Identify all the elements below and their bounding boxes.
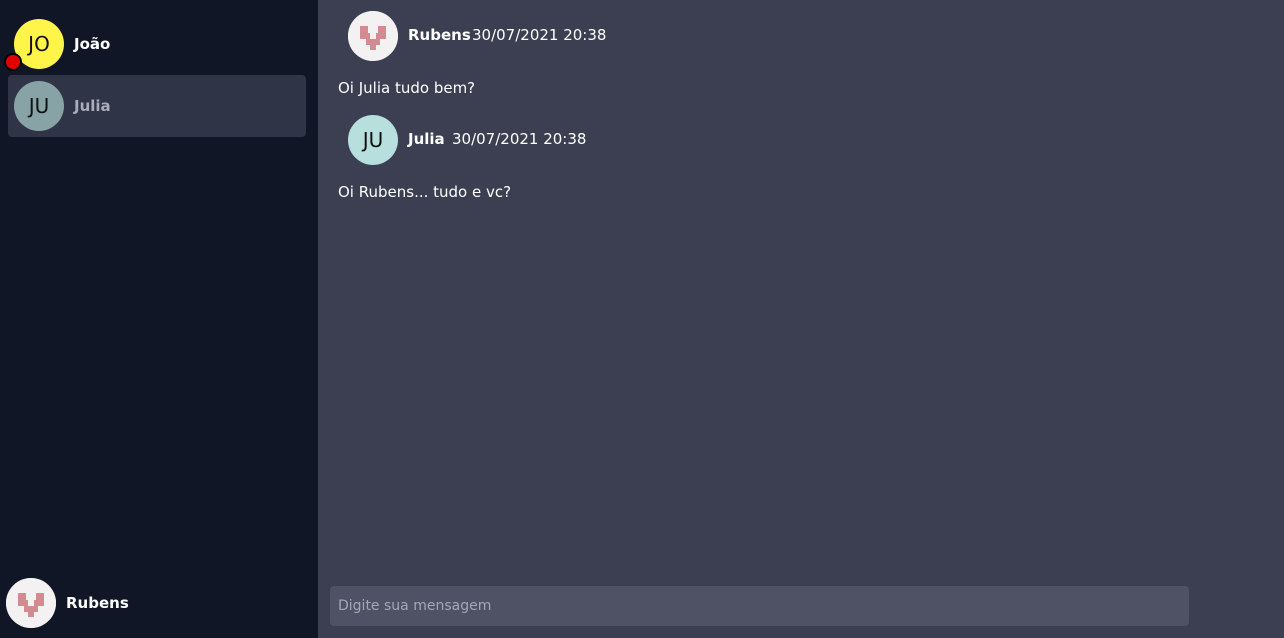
pixel-heart-icon — [6, 578, 56, 628]
message-timestamp: 30/07/2021 20:38 — [472, 26, 607, 44]
message-text: Oi Rubens... tudo e vc? — [338, 183, 512, 201]
avatar: JU — [14, 81, 64, 131]
contact-item-joao[interactable]: JO João — [4, 13, 306, 75]
message-input[interactable] — [330, 586, 1189, 626]
message-author: Rubens — [408, 26, 471, 44]
contact-name: Julia — [74, 97, 111, 115]
chat-panel: Rubens 30/07/2021 20:38 Oi Julia tudo be… — [318, 0, 1284, 638]
current-user: Rubens — [6, 578, 306, 628]
unread-indicator-icon — [4, 53, 22, 71]
current-user-name: Rubens — [66, 594, 129, 612]
avatar-initials: JU — [28, 94, 50, 118]
contacts-sidebar: JO João JU Julia Rubens — [0, 0, 318, 638]
avatar-initials: JO — [28, 32, 50, 56]
message-text: Oi Julia tudo bem? — [338, 79, 476, 97]
pixel-heart-icon — [348, 11, 398, 61]
avatar: JU — [348, 115, 398, 165]
message-author: Julia — [408, 130, 445, 148]
contact-name: João — [74, 35, 111, 53]
contact-item-julia[interactable]: JU Julia — [8, 75, 306, 137]
message-timestamp: 30/07/2021 20:38 — [452, 130, 587, 148]
avatar-initials: JU — [362, 128, 384, 152]
